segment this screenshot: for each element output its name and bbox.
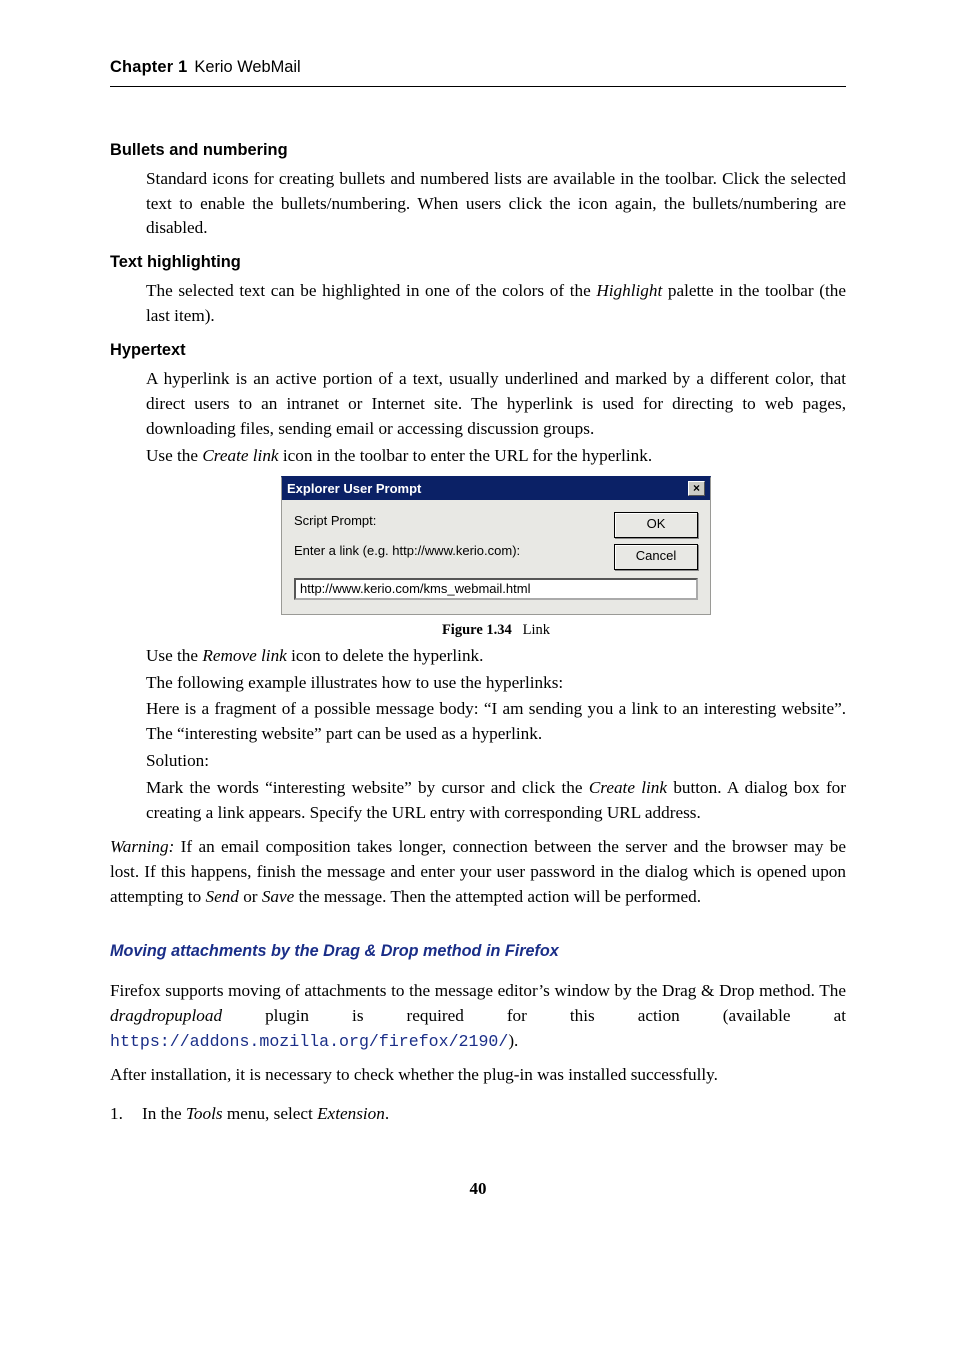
dd-highlight: The selected text can be highlighted in …	[146, 279, 846, 329]
figcap-bold: Figure 1.34	[442, 622, 512, 638]
dialog-body: Script Prompt: Enter a link (e.g. http:/…	[282, 500, 710, 578]
chapter-title: Kerio WebMail	[194, 56, 300, 80]
url-input[interactable]	[294, 578, 698, 600]
ff-p1c: ).	[508, 1031, 518, 1050]
enter-link-label: Enter a link (e.g. http://www.kerio.com)…	[294, 542, 600, 561]
addons-link[interactable]: https://addons.mozilla.org/firefox/2190/	[110, 1032, 508, 1051]
dt-highlight: Text highlighting	[110, 251, 846, 275]
running-head: Chapter 1 Kerio WebMail	[110, 56, 846, 87]
firefox-heading: Moving attachments by the Drag & Drop me…	[110, 940, 846, 963]
warning-mid: or	[239, 887, 262, 906]
li-a: In the	[142, 1104, 186, 1123]
step-number: 1.	[110, 1102, 142, 1127]
hyp-p2-post: icon in the toolbar to enter the URL for…	[279, 446, 653, 465]
li-tools: Tools	[186, 1104, 223, 1123]
hyp-p7-pre: Mark the words “interesting website” by …	[146, 778, 589, 797]
hyp-p6: Solution:	[146, 749, 846, 774]
hyp-p1: A hyperlink is an active portion of a te…	[146, 367, 846, 442]
hyp-p7: Mark the words “interesting website” by …	[146, 776, 846, 826]
hyp-p5: Here is a fragment of a possible message…	[146, 697, 846, 747]
dialog-titlebar: Explorer User Prompt ×	[282, 478, 710, 500]
ok-button[interactable]: OK	[614, 512, 698, 538]
hyp-p3: Use the Remove link icon to delete the h…	[146, 644, 846, 669]
chapter-label: Chapter 1	[110, 56, 187, 80]
warning-save: Save	[262, 887, 294, 906]
figcap-text: Link	[523, 622, 550, 638]
close-icon[interactable]: ×	[688, 481, 705, 496]
warning-paragraph: Warning: If an email composition takes l…	[110, 835, 846, 910]
dialog-title-text: Explorer User Prompt	[287, 482, 421, 495]
dd-hypertext: A hyperlink is an active portion of a te…	[146, 367, 846, 826]
warning-label: Warning:	[110, 837, 174, 856]
hl-pre: The selected text can be highlighted in …	[146, 281, 596, 300]
firefox-p1: Firefox supports moving of attachments t…	[110, 979, 846, 1054]
explorer-prompt-dialog: Explorer User Prompt × Script Prompt: En…	[281, 476, 711, 615]
dd-bullets-text: Standard icons for creating bullets and …	[146, 167, 846, 242]
figure-caption: Figure 1.34 Link	[146, 620, 846, 641]
hyp-p7-em: Create link	[589, 778, 667, 797]
dd-highlight-text: The selected text can be highlighted in …	[146, 279, 846, 329]
hyp-p4: The following example illustrates how to…	[146, 671, 846, 696]
li-extension: Extension	[317, 1104, 385, 1123]
firefox-step-1: 1. In the Tools menu, select Extension.	[110, 1102, 846, 1127]
cancel-button[interactable]: Cancel	[614, 544, 698, 570]
dialog-left: Script Prompt: Enter a link (e.g. http:/…	[294, 512, 600, 570]
li-b: menu, select	[223, 1104, 318, 1123]
ff-plugin: dragdropupload	[110, 1006, 222, 1025]
firefox-p2: After installation, it is necessary to c…	[110, 1063, 846, 1088]
hyp-p2-em: Create link	[202, 446, 278, 465]
hyp-p2-pre: Use the	[146, 446, 202, 465]
ff-p1a: Firefox supports moving of attachments t…	[110, 981, 846, 1000]
dd-bullets: Standard icons for creating bullets and …	[146, 167, 846, 242]
hyp-p2: Use the Create link icon in the toolbar …	[146, 444, 846, 469]
script-prompt-label: Script Prompt:	[294, 512, 600, 531]
hl-em: Highlight	[596, 281, 662, 300]
page-number: 40	[110, 1177, 846, 1202]
step-text: In the Tools menu, select Extension.	[142, 1102, 389, 1127]
hyp-p3-em: Remove link	[202, 646, 286, 665]
dt-hypertext: Hypertext	[110, 339, 846, 363]
hyp-p3-post: icon to delete the hyperlink.	[287, 646, 484, 665]
warning-b2: the message. Then the attempted action w…	[294, 887, 701, 906]
dialog-input-row	[282, 578, 710, 614]
hyp-p3-pre: Use the	[146, 646, 202, 665]
ff-p1b: plugin is required for this action (avai…	[222, 1006, 846, 1025]
dialog-buttons: OK Cancel	[614, 512, 698, 570]
li-c: .	[385, 1104, 389, 1123]
warning-send: Send	[205, 887, 238, 906]
dt-bullets: Bullets and numbering	[110, 139, 846, 163]
